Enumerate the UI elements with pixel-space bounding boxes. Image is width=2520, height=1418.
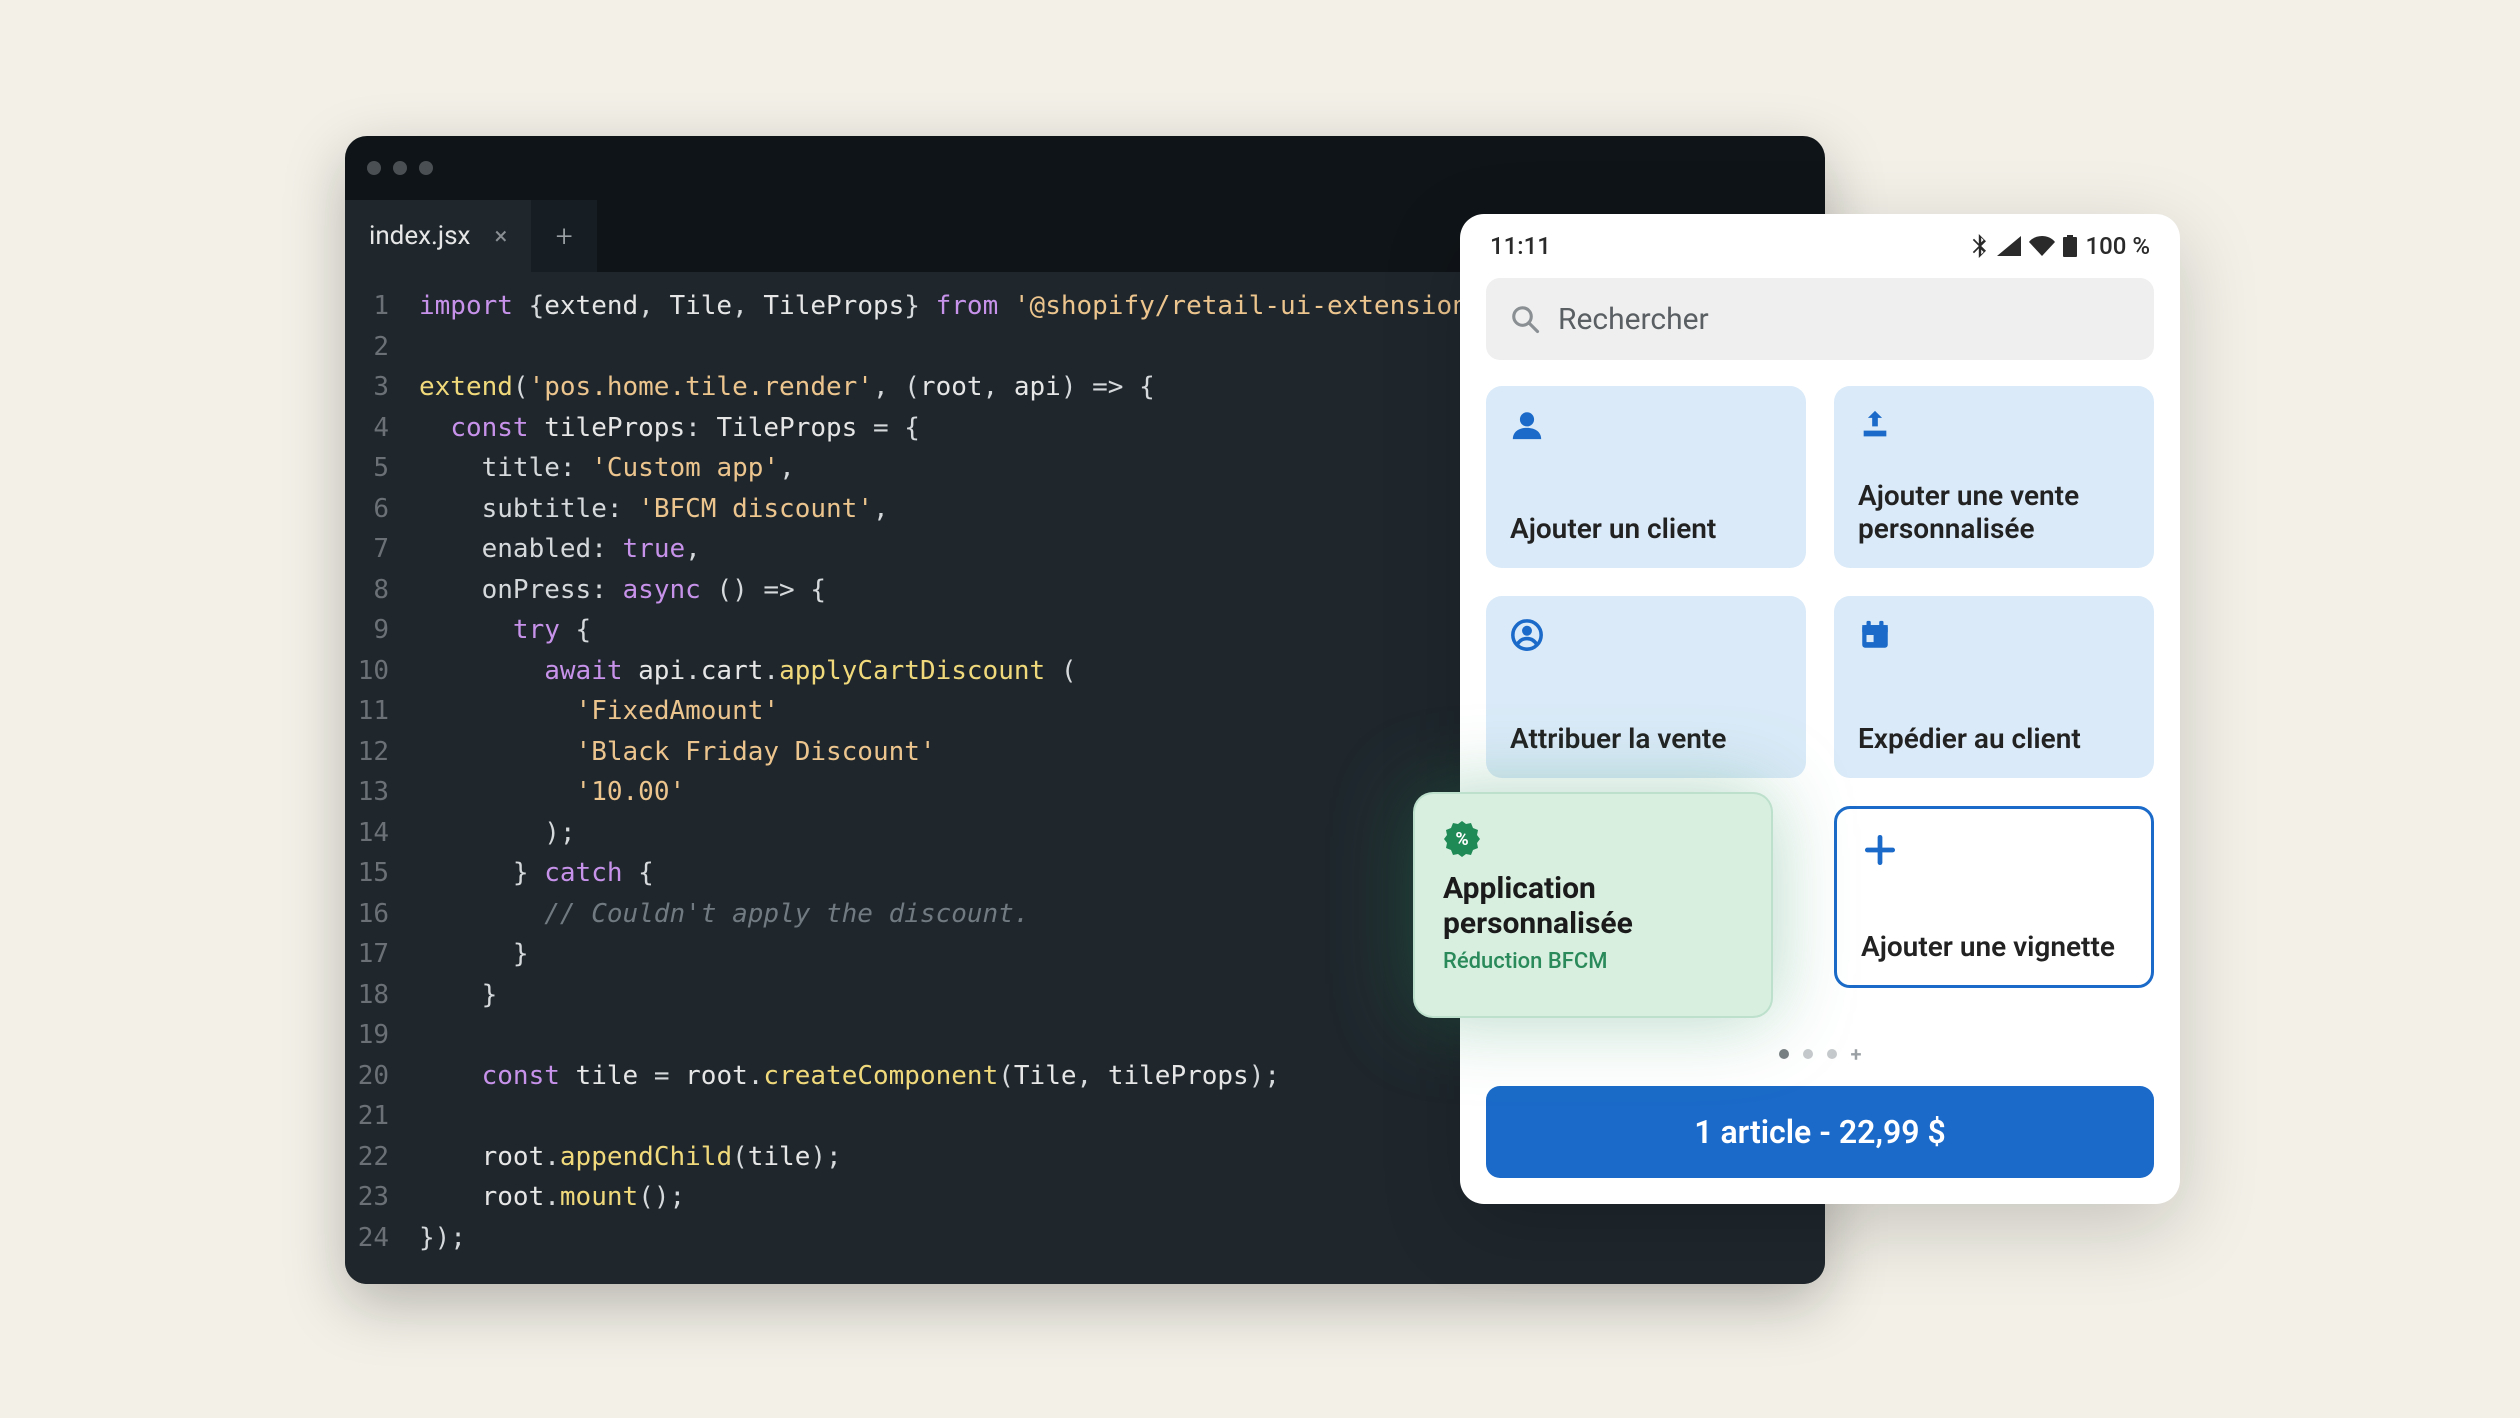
tile-add-tile[interactable]: Ajouter une vignette <box>1834 806 2154 988</box>
custom-app-tile[interactable]: % Application personnalisée Réduction BF… <box>1413 792 1773 1018</box>
cellular-icon <box>1997 236 2021 256</box>
pager-add-icon[interactable]: + <box>1851 1044 1862 1064</box>
upload-icon <box>1858 408 2130 446</box>
wifi-icon <box>2029 236 2055 256</box>
calendar-icon <box>1858 618 2130 656</box>
editor-tab-active[interactable]: index.jsx × <box>345 200 531 272</box>
status-icons: 100 % <box>1971 232 2150 260</box>
tile-attribute-sale[interactable]: Attribuer la vente <box>1486 596 1806 778</box>
tile-label: Expédier au client <box>1858 722 2130 756</box>
status-time: 11:11 <box>1490 232 1551 260</box>
custom-tile-title: Application personnalisée <box>1443 872 1743 941</box>
status-bar: 11:11 100 % <box>1486 228 2154 264</box>
search-placeholder: Rechercher <box>1558 302 1709 337</box>
tile-add-customer[interactable]: Ajouter un client <box>1486 386 1806 568</box>
pager-dot[interactable] <box>1803 1049 1813 1059</box>
tile-ship-to-customer[interactable]: Expédier au client <box>1834 596 2154 778</box>
battery-percent: 100 % <box>2085 232 2150 260</box>
tile-label: Attribuer la vente <box>1510 722 1782 756</box>
window-close-dot[interactable] <box>367 161 381 175</box>
tile-label: Ajouter une vente personnalisée <box>1858 479 2130 546</box>
pos-phone-mock: 11:11 100 % Rechercher Ajouter un client <box>1460 214 2180 1204</box>
page-indicator: + <box>1486 1036 2154 1072</box>
cart-button[interactable]: 1 article - 22,99 $ <box>1486 1086 2154 1178</box>
tile-add-custom-sale[interactable]: Ajouter une vente personnalisée <box>1834 386 2154 568</box>
window-titlebar <box>345 136 1825 200</box>
tile-label: Ajouter un client <box>1510 512 1782 546</box>
new-tab-button[interactable]: + <box>531 200 597 272</box>
plus-icon <box>1861 831 2127 873</box>
custom-tile-subtitle: Réduction BFCM <box>1443 949 1743 974</box>
pager-dot[interactable] <box>1827 1049 1837 1059</box>
discount-badge-glyph: % <box>1443 820 1481 858</box>
search-icon <box>1510 304 1540 334</box>
bluetooth-icon <box>1971 234 1989 258</box>
pager-dot[interactable] <box>1779 1049 1789 1059</box>
battery-icon <box>2063 235 2077 257</box>
cart-button-label: 1 article - 22,99 $ <box>1694 1113 1946 1151</box>
person-icon <box>1510 408 1782 446</box>
editor-tab-label: index.jsx <box>369 221 470 251</box>
tile-label: Ajouter une vignette <box>1861 930 2127 963</box>
window-maximize-dot[interactable] <box>419 161 433 175</box>
close-icon[interactable]: × <box>494 222 507 250</box>
search-input[interactable]: Rechercher <box>1486 278 2154 360</box>
window-minimize-dot[interactable] <box>393 161 407 175</box>
line-number-gutter: 123456789101112131415161718192021222324 <box>345 286 401 1284</box>
user-circle-icon <box>1510 618 1782 656</box>
